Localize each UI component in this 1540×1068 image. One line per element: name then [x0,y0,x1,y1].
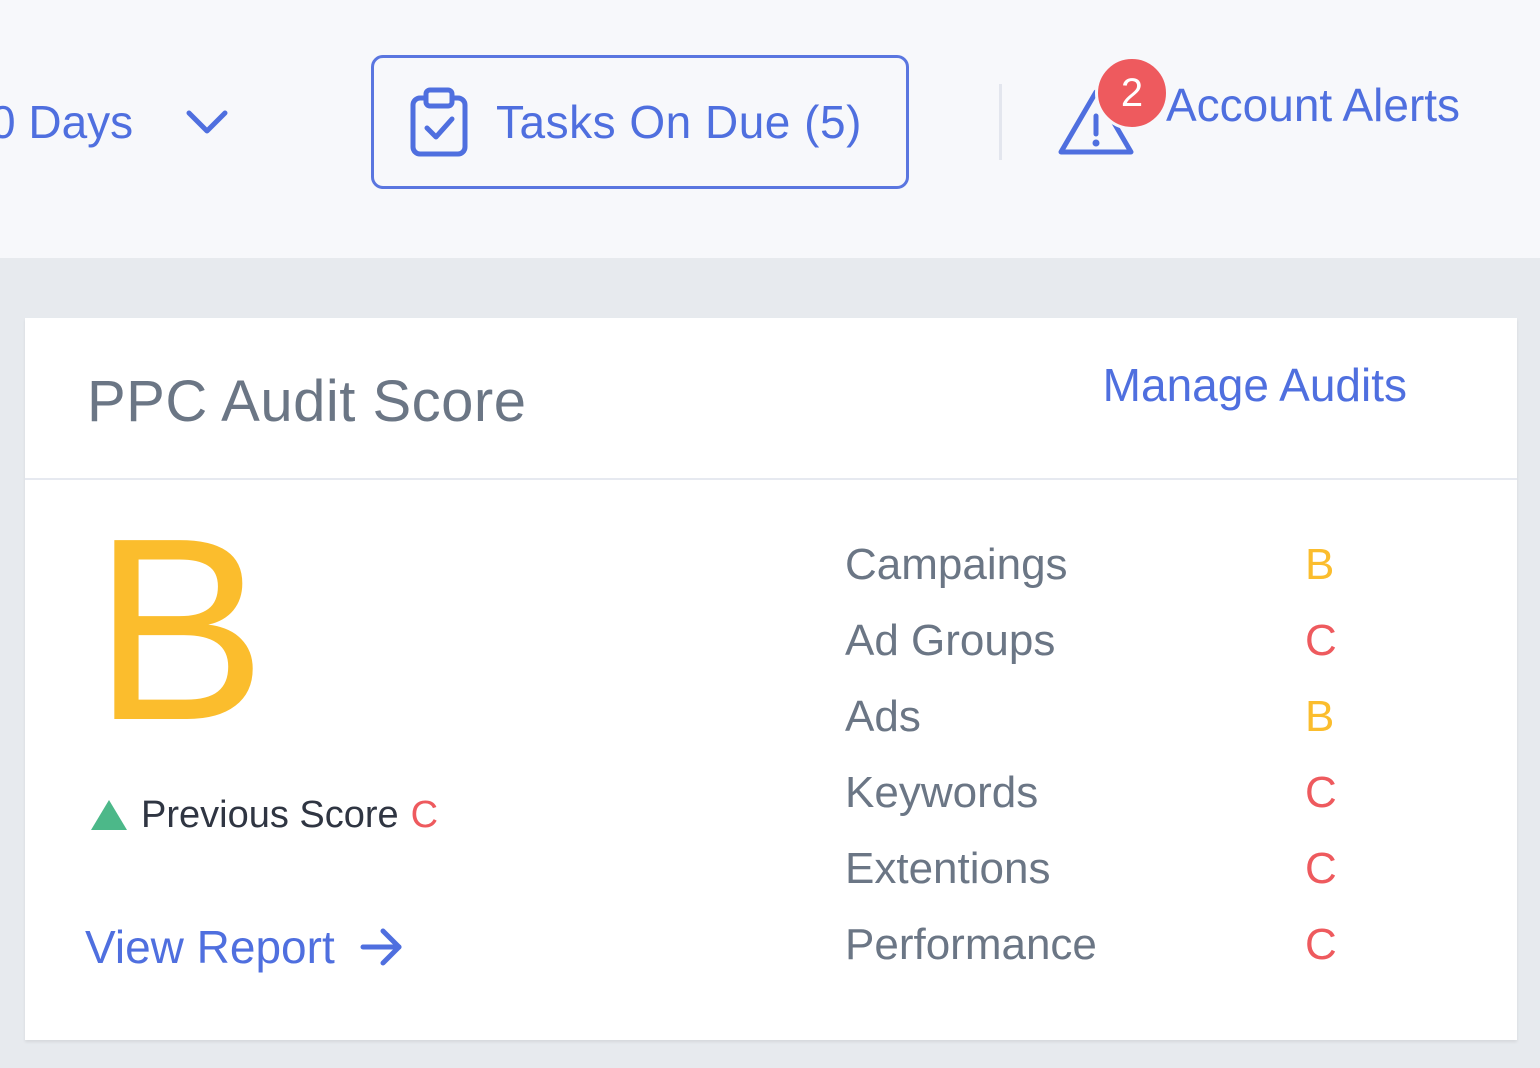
score-grade: C [1305,844,1337,893]
previous-score-label: Previous Score [141,793,399,836]
ppc-audit-card: PPC Audit Score Manage Audits B Previous… [25,318,1517,1040]
previous-score-grade: C [410,793,439,836]
manage-audits-link[interactable]: Manage Audits [1103,358,1407,412]
arrow-right-icon [360,928,402,966]
tasks-on-due-button[interactable]: Tasks On Due (5) [371,55,909,189]
score-row: Keywords C [845,768,1405,844]
triangle-up-icon [91,800,127,830]
chevron-down-icon [186,110,228,134]
score-grade: C [1305,768,1337,817]
score-category: Performance [845,920,1097,969]
score-grade: C [1305,616,1337,665]
score-row: Ads B [845,692,1405,768]
score-category: Extentions [845,844,1051,893]
score-grade: B [1305,692,1335,741]
header-divider [999,84,1002,160]
score-category: Ads [845,692,921,741]
score-category: Keywords [845,768,1039,817]
date-range-label: 0 Days [0,96,134,148]
score-row: Campaings B [845,540,1405,616]
tasks-on-due-label: Tasks On Due (5) [496,96,862,148]
score-row: Ad Groups C [845,616,1405,692]
score-grade: B [1305,540,1335,589]
score-category: Campaings [845,540,1068,589]
account-alerts-link[interactable]: Account Alerts [1166,74,1460,136]
score-grade: C [1305,920,1337,969]
alerts-count-badge: 2 [1095,56,1169,130]
previous-score: Previous Score C [89,792,438,838]
top-bar: 0 Days Tasks On Due (5) 2 Account Alerts [0,0,1540,258]
clipboard-check-icon [410,87,468,157]
overall-grade: B [93,485,267,775]
view-report-link[interactable]: View Report [85,918,405,976]
score-row: Performance C [845,920,1405,996]
card-title: PPC Audit Score [87,369,527,434]
view-report-label: View Report [85,921,335,973]
date-range-dropdown[interactable]: 0 Days [0,90,229,154]
score-row: Extentions C [845,844,1405,920]
score-category: Ad Groups [845,616,1056,665]
card-header: PPC Audit Score Manage Audits [25,318,1517,480]
category-scores: Campaings B Ad Groups C Ads B Keywords C… [845,540,1405,996]
